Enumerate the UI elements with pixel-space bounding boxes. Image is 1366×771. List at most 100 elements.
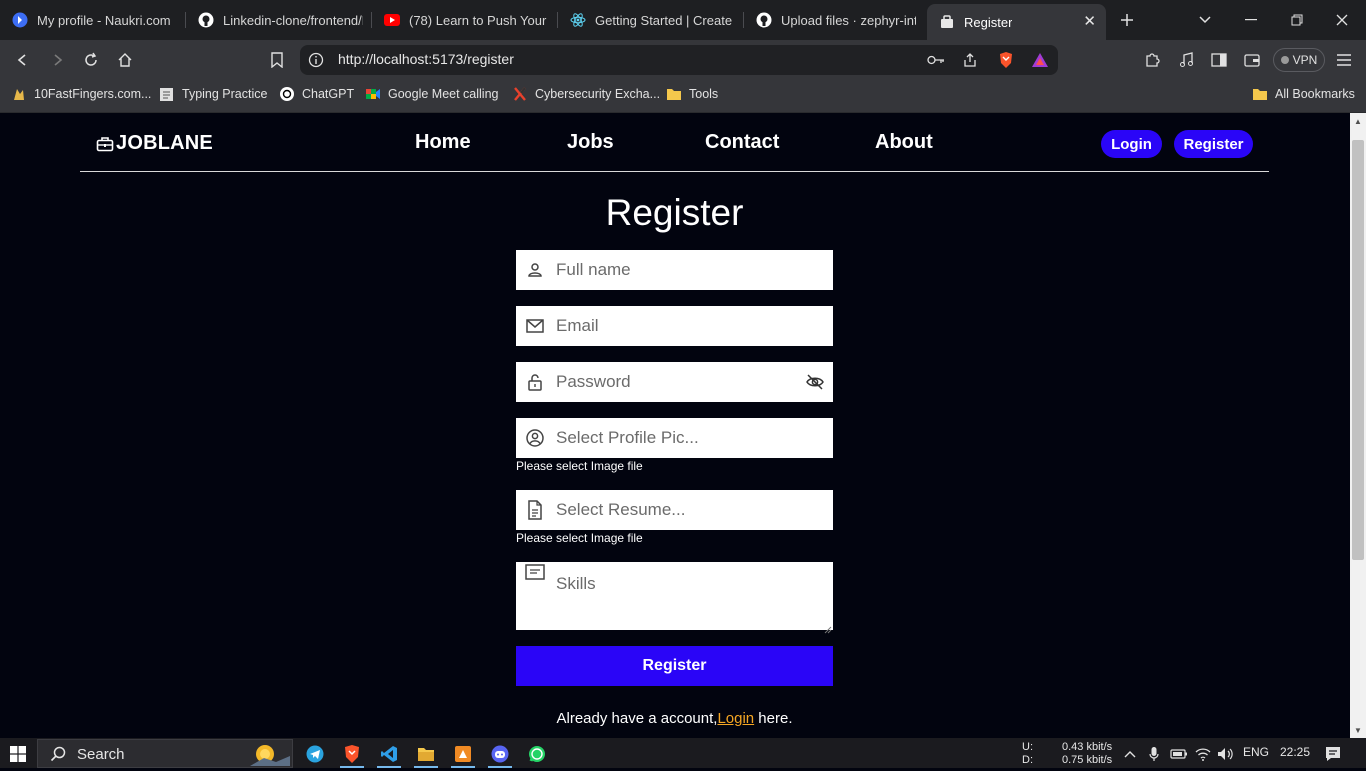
- forward-arrow-icon[interactable]: [45, 48, 69, 72]
- wallet-icon[interactable]: [1240, 48, 1264, 72]
- language-indicator[interactable]: ENG: [1243, 746, 1269, 758]
- scroll-up-arrow-icon[interactable]: ▲: [1352, 115, 1364, 127]
- tab-naukri[interactable]: My profile - Naukri.com: [0, 4, 185, 36]
- vscode-icon[interactable]: [374, 741, 404, 768]
- fullname-field[interactable]: Full name: [516, 250, 833, 290]
- user-icon: [525, 260, 545, 280]
- folder-icon: [666, 86, 682, 102]
- nav-home[interactable]: Home: [415, 131, 471, 154]
- tab-close-icon[interactable]: ✕: [1083, 12, 1096, 30]
- profile-pic-picker[interactable]: Select Profile Pic...: [516, 418, 833, 458]
- skills-textarea[interactable]: Skills: [516, 562, 833, 634]
- menu-hamburger-icon[interactable]: [1332, 48, 1356, 72]
- document-icon: [525, 500, 545, 520]
- nav-jobs[interactable]: Jobs: [567, 131, 614, 154]
- home-icon[interactable]: [113, 48, 137, 72]
- tab-search-chevron-down-icon[interactable]: [1193, 8, 1217, 32]
- tab-youtube[interactable]: (78) Learn to Push Your Co: [372, 4, 557, 36]
- header-register-button[interactable]: Register: [1174, 130, 1253, 158]
- reload-icon[interactable]: [79, 48, 103, 72]
- github-icon: [198, 12, 214, 28]
- url-text[interactable]: http://localhost:5173/register: [338, 51, 514, 67]
- vpn-status-dot-icon: [1280, 56, 1289, 64]
- bookmark-icon[interactable]: [265, 48, 289, 72]
- extensions-puzzle-icon[interactable]: [1140, 48, 1164, 72]
- resume-picker[interactable]: Select Resume...: [516, 490, 833, 530]
- tab-title: (78) Learn to Push Your Co: [409, 12, 549, 28]
- key-icon[interactable]: [924, 48, 948, 72]
- search-highlight-icon: [250, 742, 290, 771]
- password-placeholder: Password: [556, 372, 631, 391]
- clock-time[interactable]: 22:25: [1280, 746, 1310, 758]
- bookmark-label: Google Meet calling: [388, 87, 499, 101]
- login-prompt-text: Already have a account,: [556, 710, 718, 727]
- tab-title: Upload files · zephyr-intern: [781, 12, 916, 28]
- brave-browser-taskbar-icon[interactable]: [337, 741, 367, 768]
- login-prompt-suffix: here.: [754, 710, 793, 727]
- minimize-icon[interactable]: [1239, 8, 1263, 32]
- sublime-merge-icon[interactable]: [448, 741, 478, 768]
- site-logo[interactable]: JOBLANE: [96, 132, 213, 155]
- file-explorer-icon[interactable]: [411, 741, 441, 768]
- close-window-icon[interactable]: [1330, 8, 1354, 32]
- bookmark-10fastfingers[interactable]: 10FastFingers.com...: [11, 84, 151, 104]
- unlock-icon: [525, 372, 545, 392]
- tab-upload-files[interactable]: Upload files · zephyr-intern: [744, 4, 924, 36]
- nav-contact[interactable]: Contact: [705, 131, 779, 154]
- chatgpt-favicon-icon: [279, 86, 295, 102]
- media-music-icon[interactable]: [1174, 48, 1198, 72]
- mail-icon: [525, 316, 545, 336]
- scrollbar-thumb[interactable]: [1352, 140, 1364, 560]
- notifications-icon[interactable]: [1318, 741, 1348, 767]
- tab-react-docs[interactable]: Getting Started | Create Re: [558, 4, 743, 36]
- react-icon: [570, 12, 586, 28]
- bookmark-label: 10FastFingers.com...: [34, 87, 152, 101]
- nav-about[interactable]: About: [875, 131, 933, 154]
- net-download-label: D:: [1022, 754, 1033, 766]
- brave-shields-icon[interactable]: [994, 48, 1018, 72]
- tab-title: Register: [964, 14, 1013, 30]
- header-login-button[interactable]: Login: [1101, 130, 1162, 158]
- login-prompt: Already have a account,Login here.: [516, 710, 833, 727]
- fullname-placeholder: Full name: [556, 260, 631, 279]
- all-bookmarks-folder[interactable]: All Bookmarks: [1252, 84, 1355, 104]
- resume-hint: Please select Image file: [516, 531, 643, 545]
- eye-off-icon[interactable]: [805, 372, 825, 392]
- tab-register[interactable]: Register ✕: [927, 4, 1106, 40]
- brave-rewards-icon[interactable]: [1028, 48, 1052, 72]
- new-tab-plus-icon[interactable]: [1115, 8, 1139, 32]
- bookmark-cybersecurity[interactable]: Cybersecurity Excha...: [512, 84, 660, 104]
- email-field[interactable]: Email: [516, 306, 833, 346]
- tab-linkedin-clone[interactable]: Linkedin-clone/frontend/R: [186, 4, 371, 36]
- share-icon[interactable]: [958, 48, 982, 72]
- page-title: Register: [605, 192, 744, 233]
- net-upload-label: U:: [1022, 741, 1033, 753]
- bookmark-typing-practice[interactable]: Typing Practice: [159, 84, 267, 104]
- youtube-icon: [384, 12, 400, 28]
- volume-icon[interactable]: [1211, 741, 1241, 767]
- site-info-icon[interactable]: [304, 48, 328, 72]
- telegram-icon[interactable]: [300, 741, 330, 767]
- windows-start-icon[interactable]: [3, 741, 33, 767]
- bookmark-chatgpt[interactable]: ChatGPT: [279, 84, 354, 104]
- briefcase-icon: [96, 136, 114, 152]
- vpn-button[interactable]: VPN: [1273, 48, 1325, 72]
- page-favicon-icon: [939, 14, 955, 30]
- bookmark-folder-tools[interactable]: Tools: [666, 84, 718, 104]
- bookmark-google-meet[interactable]: Google Meet calling: [365, 84, 498, 104]
- sidebar-toggle-icon[interactable]: [1207, 48, 1231, 72]
- resize-grip-icon[interactable]: [824, 621, 832, 634]
- resume-placeholder: Select Resume...: [556, 500, 686, 519]
- password-field[interactable]: Password: [516, 362, 833, 402]
- search-placeholder: Search: [77, 746, 125, 763]
- register-submit-button[interactable]: Register: [516, 646, 833, 686]
- restore-icon[interactable]: [1285, 8, 1309, 32]
- 10fastfingers-favicon-icon: [11, 86, 27, 102]
- whatsapp-icon[interactable]: [522, 741, 552, 767]
- back-arrow-icon[interactable]: [11, 48, 35, 72]
- user-circle-icon: [525, 428, 545, 448]
- discord-icon[interactable]: [485, 741, 515, 768]
- taskbar-search[interactable]: Search: [37, 739, 293, 768]
- login-link[interactable]: Login: [717, 710, 754, 727]
- scroll-down-arrow-icon[interactable]: ▼: [1352, 724, 1364, 736]
